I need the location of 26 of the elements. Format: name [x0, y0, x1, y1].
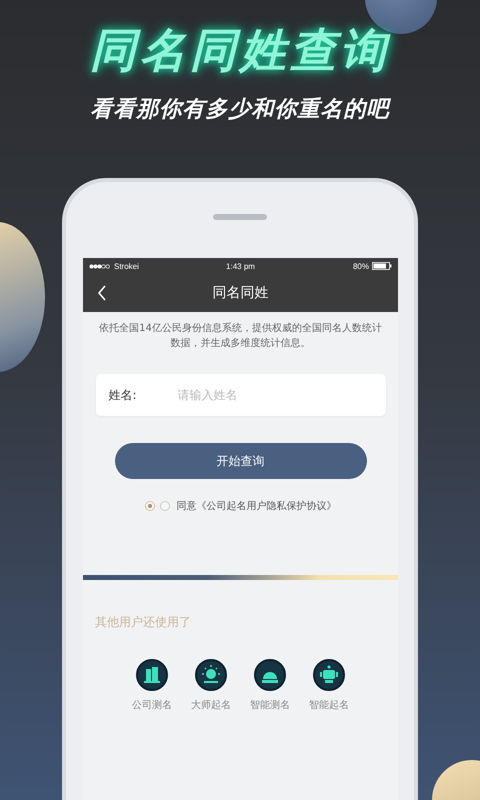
agreement-text[interactable]: 同意《公司起名用户隐私保护协议》	[176, 499, 336, 513]
nav-title: 同名同姓	[212, 284, 268, 302]
name-input-field[interactable]: 请输入姓名	[176, 387, 360, 403]
signal-icon	[89, 264, 111, 268]
carrier-name: Strokei	[114, 262, 139, 270]
battery-percent: 80%	[352, 262, 369, 270]
description-text: 依托全国14亿公民身份信息系统，提供权威的全国同名人数统计数据，并生成多维度统计信息。	[99, 322, 382, 351]
promo-subtitle: 看看那你有多少和你重名的吧	[90, 96, 390, 124]
battery-icon	[372, 262, 392, 270]
speaker-slot	[213, 214, 267, 220]
radio-button[interactable]	[144, 501, 154, 511]
search-button[interactable]: 开始查询	[114, 443, 366, 479]
feature-label[interactable]: 智能起名	[309, 698, 349, 712]
feature-label[interactable]: 公司测名	[132, 698, 172, 712]
back-icon[interactable]	[97, 285, 107, 301]
section-title: 其他用户还使用了	[95, 614, 191, 631]
status-time: 1:43 pm	[226, 262, 255, 270]
feature-label[interactable]: 智能测名	[250, 698, 290, 712]
robot-icon[interactable]	[313, 659, 345, 691]
dome-icon[interactable]	[254, 659, 286, 691]
sun-icon[interactable]	[195, 659, 227, 691]
field-label: 姓名:	[108, 386, 138, 404]
feature-label[interactable]: 大师起名	[191, 698, 231, 712]
promo-title: 同名同姓查询	[90, 22, 390, 78]
building-icon[interactable]	[136, 659, 168, 691]
radio-button[interactable]	[160, 501, 170, 511]
